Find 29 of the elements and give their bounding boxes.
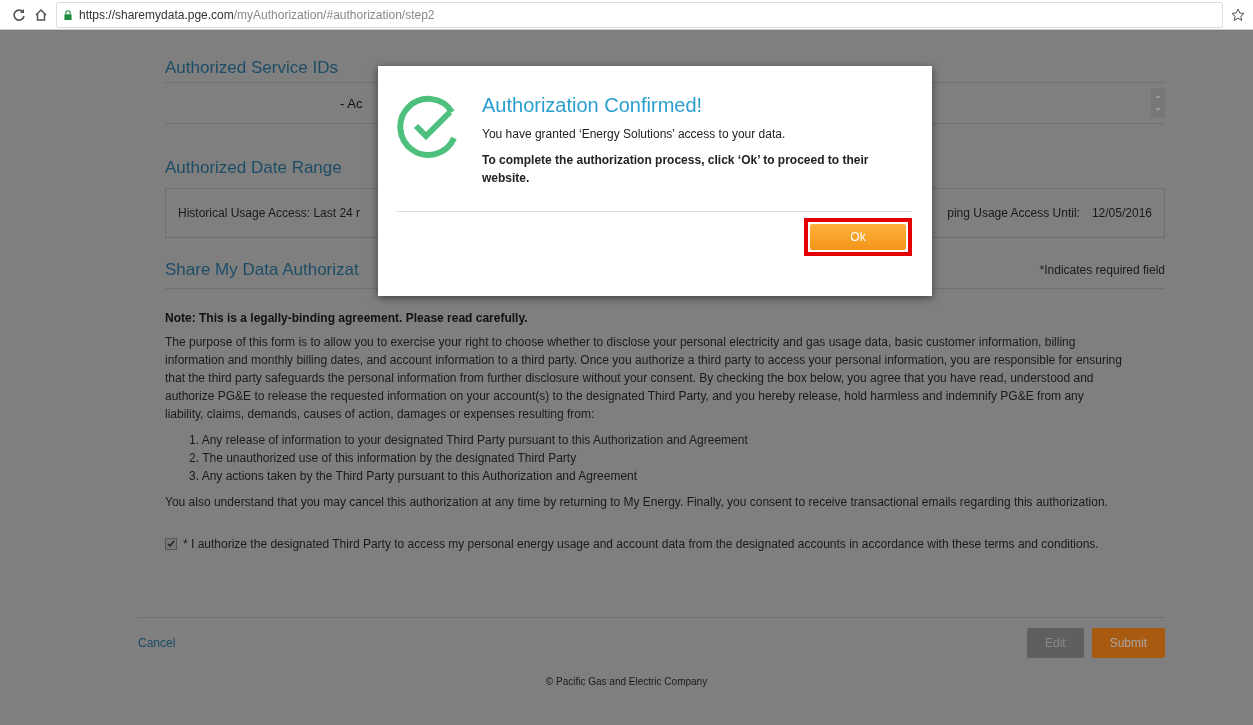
ongoing-access-label: ping Usage Access Until: — [947, 206, 1080, 220]
agreement-paragraph: The purpose of this form is to allow you to exercise your right to choose whether to disclose your personal electricity and gas usage data, basic customer information, billing information and monthly billing dates, and account information to a third party. Once you authorize a third party to access your personal information, you are responsible for ensuring that the third party safeguards the personal information from further disclosure without your consent. By checking the box below, you agree that you have read, understood and authorize PG&E to release the requested information on your account(s) to the designated Third Party, and you hereby release, hold harmless and indemnify PG&E from any liability, claims, demands, causes of action, damages or expenses resulting from: — [165, 334, 1123, 423]
address-bar[interactable]: https://sharemydata.pge.com/myAuthorization/#authorization/step2 — [56, 1, 1223, 28]
section-heading: Share My Data Authorizat — [165, 260, 359, 280]
agreement-paragraph: You also understand that you may cancel this authorization at any time by returning to My Energy. Finally, you consent to receive transactional emails regarding this authorization. — [165, 494, 1109, 511]
section-heading: Authorized Service IDs — [165, 58, 338, 78]
ok-button[interactable]: Ok — [810, 224, 906, 250]
submit-button[interactable]: Submit — [1091, 628, 1165, 658]
required-field-note: *Indicates required field — [1039, 263, 1165, 277]
list-item: 1. Any release of information to your designated Third Party pursuant to this Authorization and Agreement — [189, 432, 749, 449]
historical-access-text: Historical Usage Access: Last 24 r — [178, 206, 361, 220]
dialog-message: You have granted ‘Energy Solutions’ access to your data. — [482, 126, 787, 143]
reload-icon[interactable] — [12, 7, 26, 22]
star-icon[interactable] — [1231, 7, 1245, 22]
home-icon[interactable] — [34, 7, 48, 22]
dialog-instruction: To complete the authorization process, click ‘Ok’ to proceed to their website. — [482, 152, 870, 187]
legal-note: Note: This is a legally-binding agreement. Please read carefully. — [165, 311, 529, 325]
lock-icon — [63, 8, 73, 21]
section-heading: Authorized Date Range — [165, 158, 342, 178]
cancel-link[interactable]: Cancel — [138, 636, 176, 650]
url-text: https://sharemydata.pge.com/myAuthorization/#authorization/step2 — [79, 7, 435, 22]
copyright-text: © Pacific Gas and Electric Company — [544, 676, 709, 687]
list-item: 3. Any actions taken by the Third Party pursuant to this Authorization and Agreement — [189, 468, 639, 485]
service-id-text: - Ac — [340, 95, 363, 111]
dialog-title: Authorization Confirmed! — [482, 94, 704, 117]
ongoing-access-date: 12/05/2016 — [1091, 206, 1152, 220]
list-item: 2. The unauthorized use of this information by the designated Third Party — [189, 450, 578, 467]
consent-label: * I authorize the designated Third Party to access my personal energy usage and account data from the designated accounts in accordance with these terms and conditions. — [183, 536, 1099, 553]
consent-checkbox[interactable] — [165, 538, 177, 550]
